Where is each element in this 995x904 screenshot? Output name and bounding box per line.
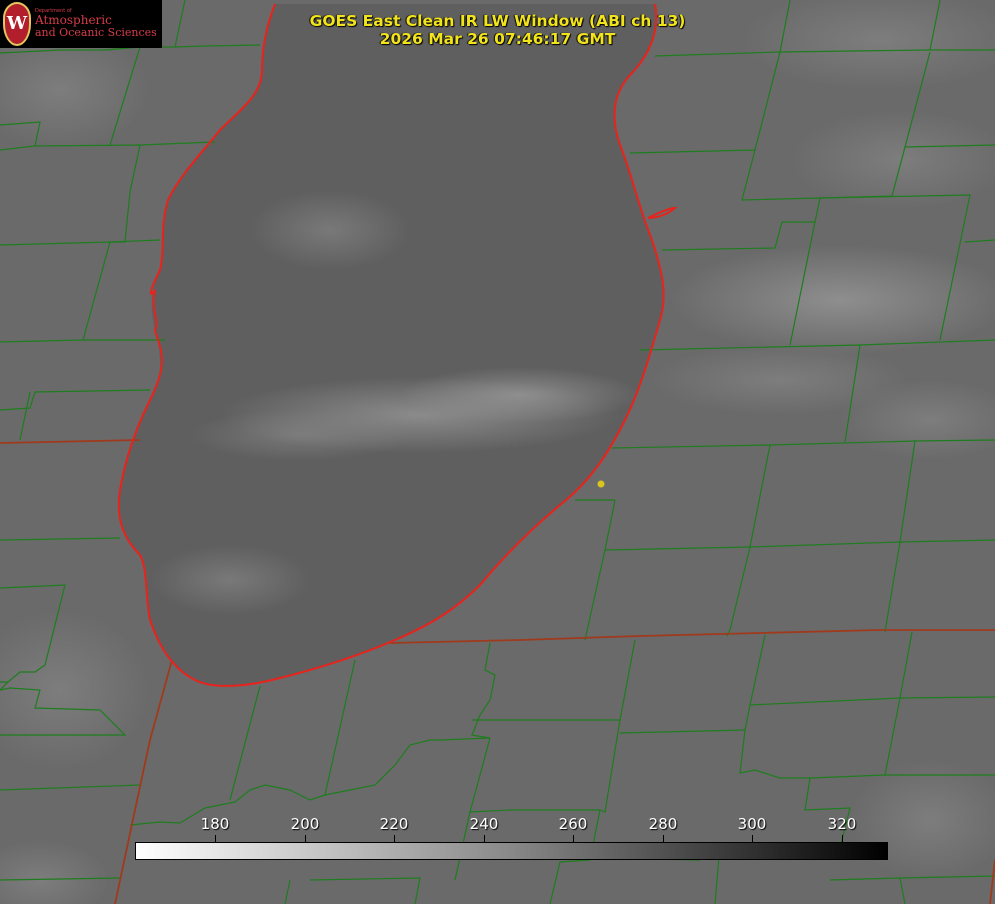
image-timestamp: 2026 Mar 26 07:46:17 GMT bbox=[379, 30, 616, 48]
colorbar-tick-label: 180 bbox=[200, 815, 230, 833]
colorbar bbox=[135, 842, 888, 860]
colorbar-tick-label: 260 bbox=[558, 815, 588, 833]
colorbar-tick-label: 300 bbox=[737, 815, 767, 833]
satellite-map bbox=[0, 0, 995, 904]
image-title: GOES East Clean IR LW Window (ABI ch 13) bbox=[309, 12, 686, 30]
colorbar-tick-label: 200 bbox=[290, 815, 320, 833]
colorbar-tick-label: 280 bbox=[648, 815, 678, 833]
location-marker bbox=[597, 480, 605, 488]
colorbar-tick-label: 220 bbox=[379, 815, 409, 833]
colorbar-tick-label: 320 bbox=[827, 815, 857, 833]
colorbar-tick-label: 240 bbox=[469, 815, 499, 833]
